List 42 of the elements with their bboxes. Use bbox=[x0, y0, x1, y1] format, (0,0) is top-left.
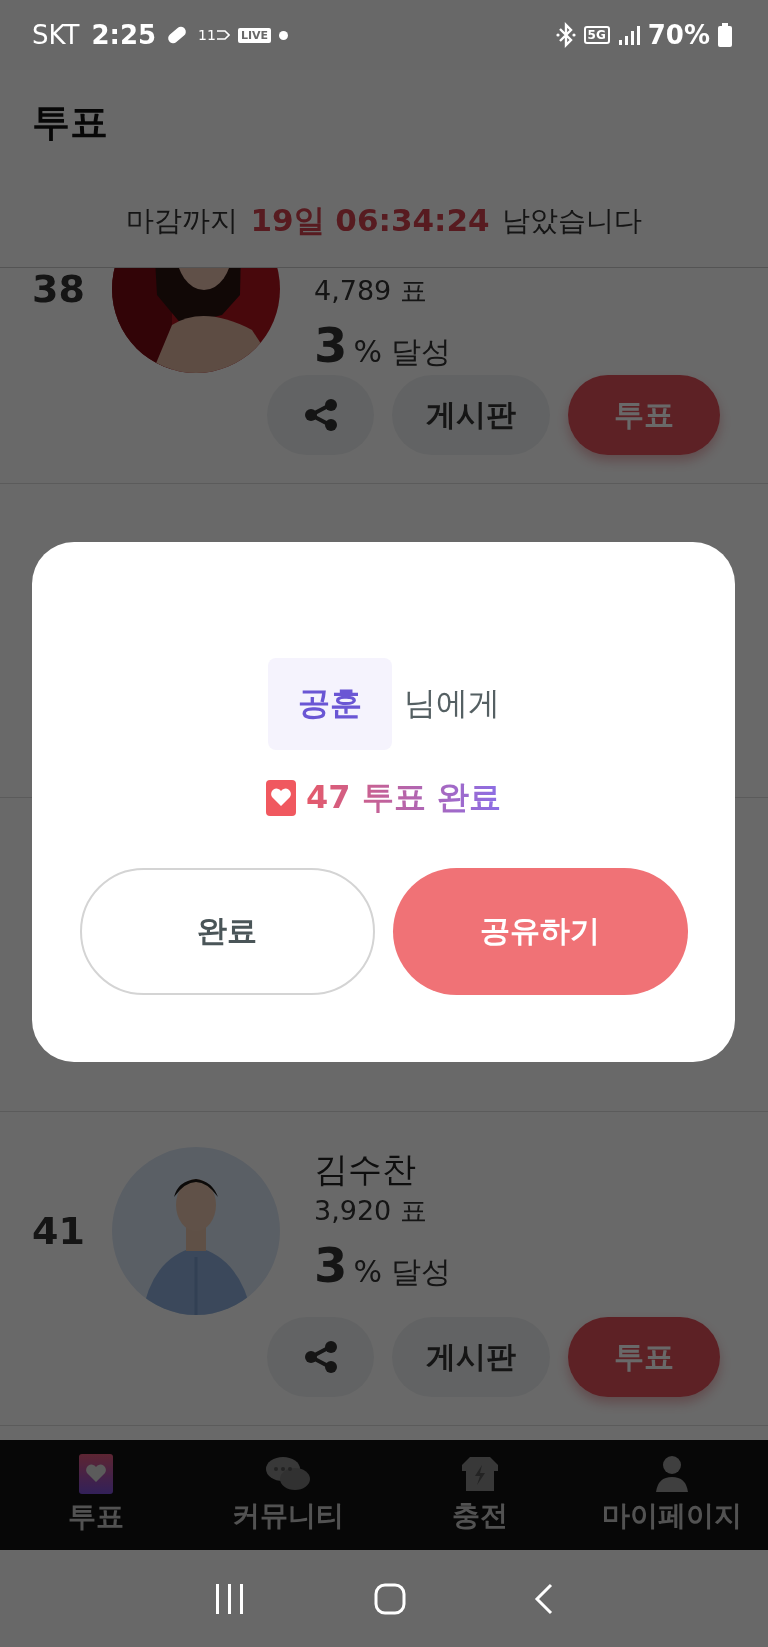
share-icon bbox=[302, 1340, 339, 1374]
back-icon[interactable] bbox=[534, 1582, 554, 1615]
nav-tab[interactable]: 커뮤니티 bbox=[192, 1440, 384, 1550]
page-title: 투표 bbox=[32, 99, 108, 146]
countdown-label: 마감까지 bbox=[126, 203, 239, 239]
percent-value: 3 bbox=[314, 1237, 348, 1293]
chat-icon bbox=[265, 1455, 311, 1493]
vote-button[interactable]: 투표 bbox=[568, 375, 720, 455]
vote-count: 4,789 표 bbox=[314, 274, 428, 308]
clock: 2:25 bbox=[91, 20, 157, 50]
bluetooth-icon bbox=[555, 22, 576, 48]
signal-icon bbox=[617, 24, 640, 46]
rank-number: 41 bbox=[31, 1209, 86, 1253]
person-icon bbox=[655, 1455, 689, 1493]
home-icon[interactable] bbox=[374, 1582, 406, 1615]
network-badge: 5G bbox=[583, 26, 610, 44]
recipient-name: 공훈 bbox=[267, 658, 392, 750]
percent-label: % 달성 bbox=[353, 1253, 452, 1291]
dot-icon bbox=[279, 30, 289, 40]
rank-number: 38 bbox=[31, 268, 86, 311]
candidate-name: 김수찬 bbox=[314, 1148, 417, 1191]
vote-button[interactable]: 투표 bbox=[568, 1317, 720, 1397]
percent-label: % 달성 bbox=[353, 333, 452, 371]
board-button[interactable]: 게시판 bbox=[392, 1317, 550, 1397]
store-icon bbox=[460, 1455, 500, 1493]
countdown-suffix: 남았습니다 bbox=[501, 203, 642, 239]
recipient-suffix: 님에게 bbox=[403, 683, 500, 724]
percent-value: 3 bbox=[314, 317, 348, 373]
vote-count: 3,920 표 bbox=[314, 1194, 428, 1228]
carrier-name: SKT bbox=[32, 20, 80, 50]
share-button[interactable]: 공유하기 bbox=[392, 868, 688, 995]
live-badge: LIVE bbox=[237, 27, 272, 43]
board-button[interactable]: 게시판 bbox=[392, 375, 550, 455]
nav-tab[interactable]: 마이페이지 bbox=[576, 1440, 768, 1550]
recent-apps-icon[interactable] bbox=[214, 1583, 246, 1614]
countdown-time: 19일 06:34:24 bbox=[250, 201, 490, 240]
battery-level: 70% bbox=[647, 20, 710, 50]
share-icon bbox=[302, 398, 339, 432]
done-button[interactable]: 완료 bbox=[79, 868, 375, 995]
battery-icon bbox=[718, 23, 732, 47]
nav-tab[interactable]: 투표 bbox=[0, 1440, 192, 1550]
nav-tab[interactable]: 충전 bbox=[384, 1440, 576, 1550]
